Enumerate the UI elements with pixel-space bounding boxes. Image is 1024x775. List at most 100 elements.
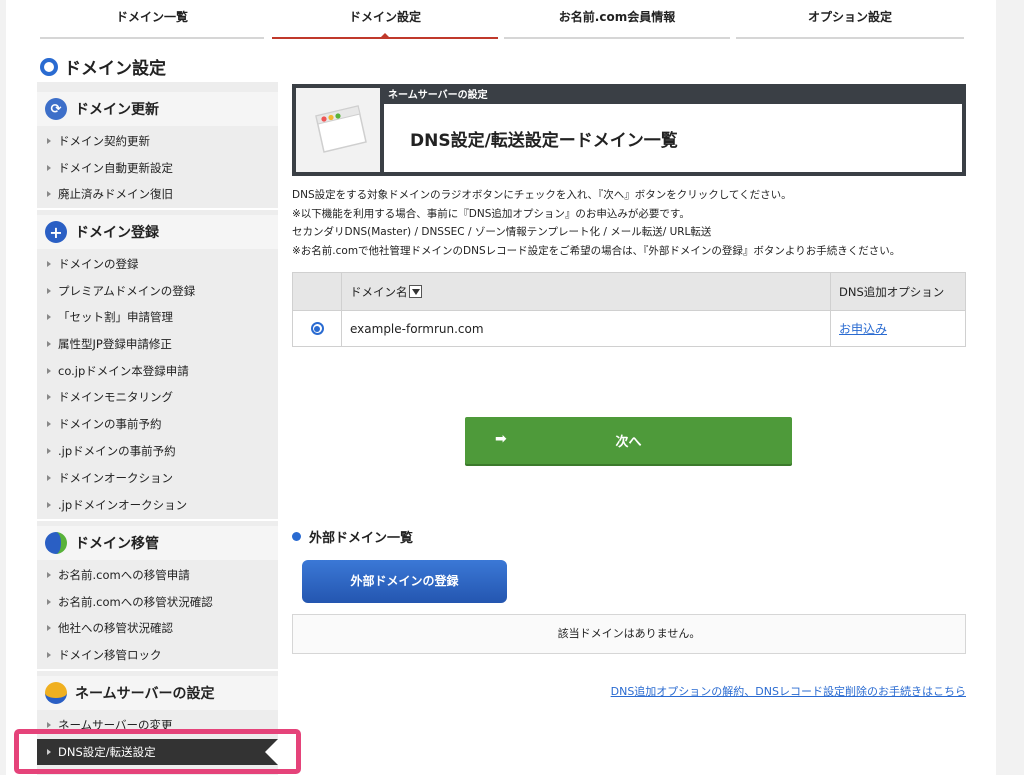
domain-name: example-formrun.com xyxy=(350,321,484,336)
external-domain-heading: 外部ドメイン一覧 xyxy=(292,527,413,546)
user-icon xyxy=(45,682,67,704)
next-button-label: 次へ xyxy=(615,435,642,450)
instruction-line: ※お名前.comで他社管理ドメインのDNSレコード設定をご希望の場合は、『外部ド… xyxy=(292,244,901,257)
bullet-icon xyxy=(47,191,51,197)
instruction-line: セカンダリDNS(Master) / DNSSEC / ゾーン情報テンプレート化… xyxy=(292,226,712,238)
tab-domain-list[interactable]: ドメイン一覧 xyxy=(40,0,264,40)
bullet-icon xyxy=(47,599,51,605)
tab-label: ドメイン一覧 xyxy=(115,10,188,24)
domain-table: ドメイン名 DNS追加オプション example-formrun.com お申込… xyxy=(292,272,966,347)
sidebar-item-preorder[interactable]: ドメインの事前予約 xyxy=(37,411,278,437)
register-button-label: 外部ドメインの登録 xyxy=(350,574,459,588)
table-header-row: ドメイン名 DNS追加オプション xyxy=(292,272,966,311)
sidebar-item-set-discount[interactable]: 「セット割」申請管理 xyxy=(37,304,278,330)
bullet-icon xyxy=(47,394,51,400)
bullet-icon xyxy=(47,165,51,171)
external-domain-empty-state: 該当ドメインはありません。 xyxy=(292,614,966,654)
sidebar-group-renewal: ⟳ ドメイン更新 xyxy=(37,92,278,126)
radio-column-header xyxy=(292,272,342,311)
sidebar-group-title: ドメイン移管 xyxy=(75,536,159,552)
header-thumbnail xyxy=(296,88,384,172)
cancel-option-link-wrap: DNS追加オプションの解約、DNSレコード設定削除のお手続きはこちら xyxy=(540,683,966,699)
transfer-icon xyxy=(45,532,67,554)
domain-cell: example-formrun.com xyxy=(341,310,831,347)
domain-column-label: ドメイン名 xyxy=(350,284,408,299)
sort-dropdown-icon[interactable] xyxy=(408,284,422,298)
sidebar-item-label: ドメイン自動更新設定 xyxy=(58,161,173,175)
radio-cell xyxy=(292,310,342,347)
tab-option-settings[interactable]: オプション設定 xyxy=(736,0,964,40)
sidebar-item-label: 廃止済みドメイン復旧 xyxy=(58,187,173,201)
sidebar-item-label: ドメイン移管ロック xyxy=(58,648,162,662)
sidebar-divider xyxy=(37,208,278,210)
sidebar-group-nameserver: ネームサーバーの設定 xyxy=(37,676,278,710)
sidebar-item-restore[interactable]: 廃止済みドメイン復旧 xyxy=(37,181,278,207)
empty-message: 該当ドメインはありません。 xyxy=(557,627,701,640)
domain-radio-button[interactable] xyxy=(310,322,324,335)
bullet-icon xyxy=(47,625,51,631)
tab-member-info[interactable]: お名前.com会員情報 xyxy=(504,0,730,40)
sidebar-item-label: ドメインの登録 xyxy=(58,257,139,271)
bullet-icon xyxy=(47,652,51,658)
sidebar-item-outbound-status[interactable]: 他社への移管状況確認 xyxy=(37,615,278,641)
sidebar-item-auto-renewal[interactable]: ドメイン自動更新設定 xyxy=(37,155,278,181)
refresh-icon: ⟳ xyxy=(45,98,67,120)
sidebar-divider xyxy=(37,519,278,521)
option-column-header: DNS追加オプション xyxy=(830,272,966,311)
active-tab-caret xyxy=(379,33,391,39)
top-tabs: ドメイン一覧 ドメイン設定 お名前.com会員情報 オプション設定 xyxy=(40,0,964,40)
sidebar-item-label: .jpドメインオークション xyxy=(58,498,188,512)
sidebar-item-auction[interactable]: ドメインオークション xyxy=(37,465,278,491)
sidebar-item-label: ドメインオークション xyxy=(58,471,173,485)
sidebar-item-label: 他社への移管状況確認 xyxy=(58,621,173,635)
apply-option-link[interactable]: お申込み xyxy=(839,322,887,336)
bullet-icon xyxy=(47,341,51,347)
sidebar-item-transfer-status[interactable]: お名前.comへの移管状況確認 xyxy=(37,589,278,615)
cancel-option-link[interactable]: DNS追加オプションの解約、DNSレコード設定削除のお手続きはこちら xyxy=(611,685,966,698)
external-domain-title: 外部ドメイン一覧 xyxy=(309,531,414,546)
next-button[interactable]: ➡ 次へ xyxy=(465,417,792,464)
tab-label: ドメイン設定 xyxy=(348,10,421,24)
sidebar-divider xyxy=(37,669,278,671)
sidebar-item-label: co.jpドメイン本登録申請 xyxy=(58,364,189,378)
sidebar-item-label: ドメインの事前予約 xyxy=(58,417,162,431)
page-title: ドメイン設定 xyxy=(40,54,166,79)
bullet-icon xyxy=(47,572,51,578)
sidebar-item-transfer-lock[interactable]: ドメイン移管ロック xyxy=(37,642,278,668)
register-external-domain-button[interactable]: 外部ドメインの登録 xyxy=(302,560,507,603)
instruction-line: DNS設定をする対象ドメインのラジオボタンにチェックを入れ、『次へ』ボタンをクリ… xyxy=(292,189,792,201)
sidebar-group-title: ドメイン更新 xyxy=(75,102,159,118)
tab-domain-settings[interactable]: ドメイン設定 xyxy=(272,0,498,40)
sidebar-item-label: ドメインモニタリング xyxy=(58,390,173,404)
sidebar-item-cojp[interactable]: co.jpドメイン本登録申請 xyxy=(37,358,278,384)
table-row: example-formrun.com お申込み xyxy=(292,310,966,347)
sidebar-group-title: ネームサーバーの設定 xyxy=(75,686,215,702)
bullet-icon xyxy=(47,722,51,728)
highlight-annotation xyxy=(14,729,301,774)
tab-label: お名前.com会員情報 xyxy=(558,10,676,24)
sidebar-item-transfer-apply[interactable]: お名前.comへの移管申請 xyxy=(37,562,278,588)
bullet-icon xyxy=(47,421,51,427)
bullet-icon xyxy=(47,138,51,144)
sidebar-item-register[interactable]: ドメインの登録 xyxy=(37,251,278,277)
sidebar-item-label: 属性型JP登録申請修正 xyxy=(58,337,172,351)
sidebar-item-label: お名前.comへの移管状況確認 xyxy=(58,595,213,609)
bullet-icon xyxy=(47,502,51,508)
sidebar-group-transfer: ドメイン移管 xyxy=(37,526,278,560)
page-title-text: ドメイン設定 xyxy=(64,59,166,79)
ring-icon xyxy=(40,57,58,76)
sidebar-item-label: お名前.comへの移管申請 xyxy=(58,568,190,582)
plus-icon: + xyxy=(45,221,67,243)
sidebar-item-jp-preorder[interactable]: .jpドメインの事前予約 xyxy=(37,438,278,464)
sidebar-item-jp-auction[interactable]: .jpドメインオークション xyxy=(37,492,278,518)
bullet-icon xyxy=(47,475,51,481)
sidebar-item-contract-renewal[interactable]: ドメイン契約更新 xyxy=(37,128,278,154)
sidebar-item-monitoring[interactable]: ドメインモニタリング xyxy=(37,384,278,410)
sidebar-item-premium[interactable]: プレミアムドメインの登録 xyxy=(37,278,278,304)
sidebar-item-label: 「セット割」申請管理 xyxy=(58,310,173,324)
sidebar-item-jp-correction[interactable]: 属性型JP登録申請修正 xyxy=(37,331,278,357)
bullet-icon xyxy=(47,314,51,320)
sidebar: ⟳ ドメイン更新 ドメイン契約更新 ドメイン自動更新設定 廃止済みドメイン復旧 … xyxy=(37,82,278,775)
sidebar-item-label: ドメイン契約更新 xyxy=(58,134,150,148)
bullet-icon xyxy=(47,261,51,267)
